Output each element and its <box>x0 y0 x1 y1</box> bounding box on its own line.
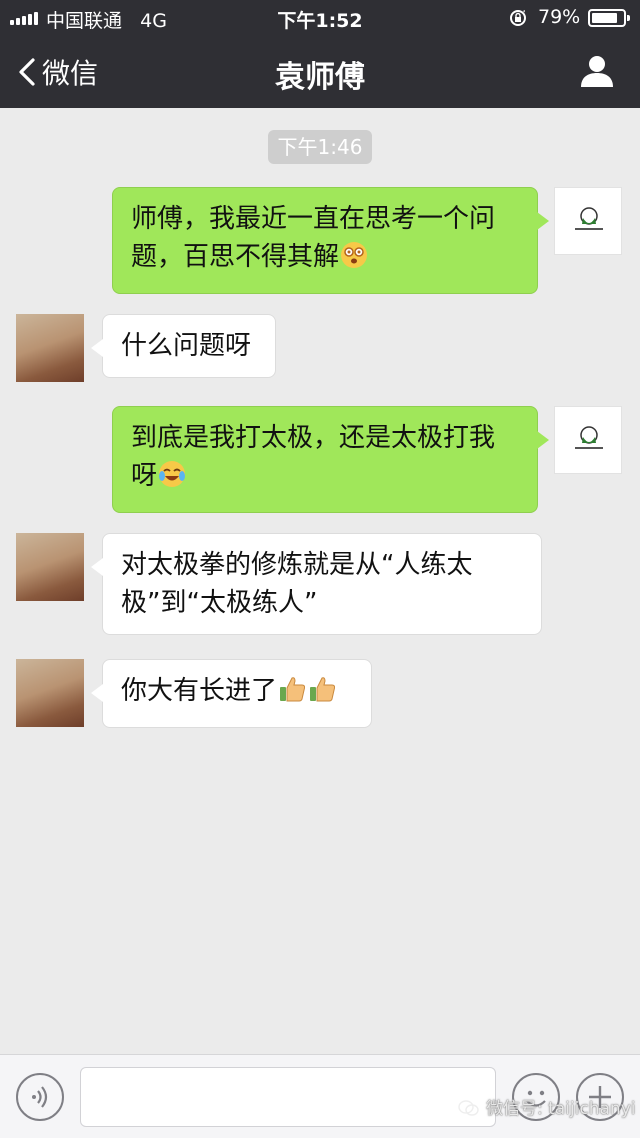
contact-avatar[interactable] <box>16 533 84 601</box>
message-bubble-sent[interactable]: 到底是我打太极，还是太极打我呀 <box>112 406 549 513</box>
voice-button[interactable] <box>16 1073 64 1121</box>
wechat-icon <box>458 1100 479 1116</box>
message-text: 师傅，我最近一直在思考一个问题，百思不得其解 <box>131 204 496 272</box>
message-bubble-received[interactable]: 你大有长进了 <box>91 659 372 728</box>
contact-avatar[interactable] <box>16 659 84 727</box>
message-bubble-sent[interactable]: 师傅，我最近一直在思考一个问题，百思不得其解 <box>112 187 549 294</box>
contact-avatar[interactable] <box>16 314 84 382</box>
my-avatar[interactable] <box>554 406 622 474</box>
my-avatar[interactable] <box>554 187 622 255</box>
thumbs-up-icon <box>277 674 307 715</box>
battery-percent: 79% <box>538 6 581 28</box>
chat-title: 袁师傅 <box>275 60 365 95</box>
tears-of-joy-icon <box>157 459 187 500</box>
top-bar: 中国联通 4G 下午1:52 79% 微信 袁师傅 <box>0 0 640 108</box>
battery-icon <box>588 9 630 27</box>
message-bubble-received[interactable]: 对太极拳的修炼就是从“人练太极”到“太极练人” <box>91 533 542 635</box>
status-bar: 中国联通 4G 下午1:52 79% <box>0 0 640 36</box>
logo-stamp-icon <box>575 207 603 230</box>
message-text: 你大有长进了 <box>121 676 278 706</box>
message-text: 对太极拳的修炼就是从“人练太极”到“太极练人” <box>121 550 473 618</box>
dizzy-face-icon <box>339 240 369 281</box>
thumbs-up-icon <box>307 674 337 715</box>
watermark: 微信号: taijichanyi <box>458 1094 635 1119</box>
message-bubble-received[interactable]: 什么问题呀 <box>91 314 276 378</box>
voice-icon <box>32 1086 48 1108</box>
nav-bar: 微信 袁师傅 <box>0 36 640 108</box>
profile-icon[interactable] <box>578 53 616 91</box>
message-text: 什么问题呀 <box>121 331 252 361</box>
rotation-lock-icon <box>510 10 526 26</box>
chat-timestamp: 下午1:46 <box>268 130 372 164</box>
watermark-text: 微信号: taijichanyi <box>486 1099 636 1119</box>
logo-stamp-icon <box>575 426 603 449</box>
message-input[interactable] <box>80 1067 496 1127</box>
